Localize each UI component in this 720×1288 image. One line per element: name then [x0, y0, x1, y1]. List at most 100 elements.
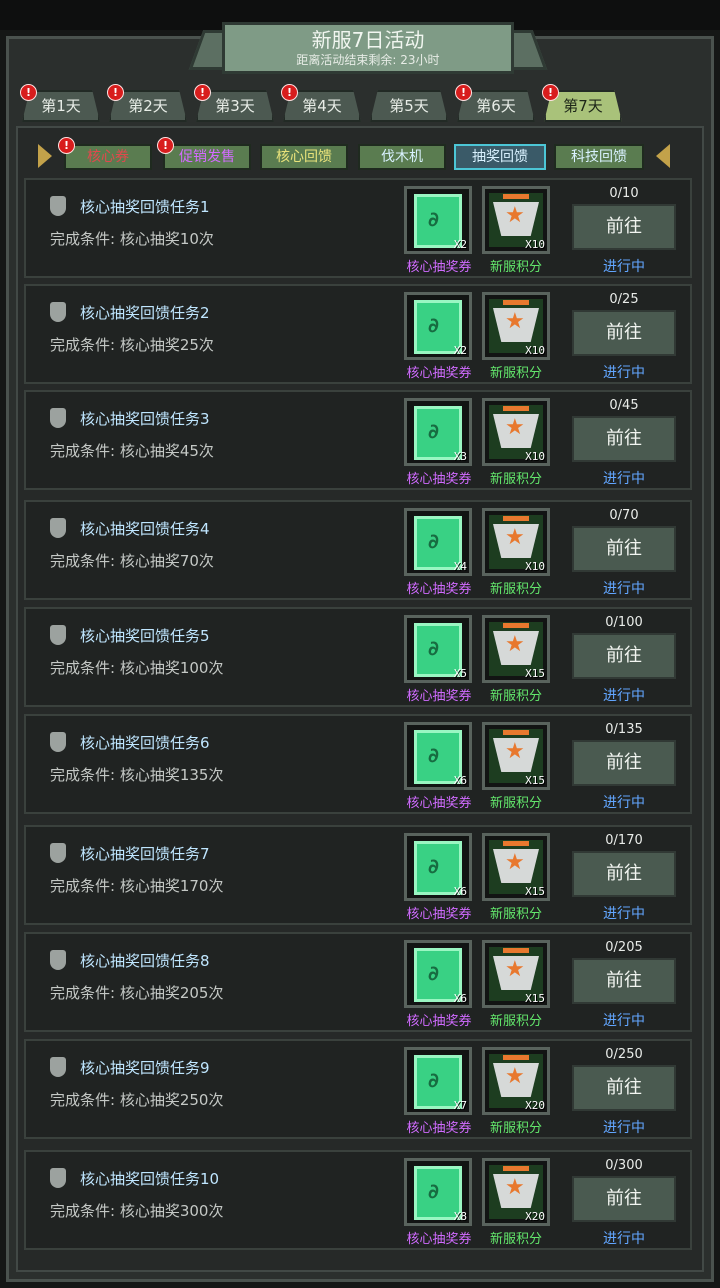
task-progress: 0/205 [605, 940, 643, 955]
server-points-icon[interactable]: ★ X10 [482, 186, 550, 254]
star-icon: ★ [505, 415, 525, 440]
shield-icon [50, 732, 66, 752]
go-button[interactable]: 前往 [572, 740, 676, 786]
points-label: 新服积分 [489, 1232, 542, 1247]
go-button[interactable]: 前往 [572, 851, 676, 897]
go-button[interactable]: 前往 [572, 526, 676, 572]
task-progress: 0/100 [605, 615, 643, 630]
task-name: 核心抽奖回馈任务4 [80, 520, 210, 538]
task-row: 核心抽奖回馈任务4 完成条件: 核心抽奖70次 ∂ X4 核心抽奖券 ★ X10 新服积分 0/… [24, 500, 692, 600]
task-condition: 完成条件: 核心抽奖135次 [50, 766, 224, 784]
points-bar [503, 516, 529, 521]
alert-badge: ! [58, 137, 75, 154]
category-promo-sale[interactable]: 促销发售 [163, 144, 251, 170]
shield-icon [50, 196, 66, 216]
task-progress: 0/25 [609, 292, 639, 307]
task-condition: 完成条件: 核心抽奖300次 [50, 1202, 224, 1220]
shield-icon [50, 1168, 66, 1188]
go-button[interactable]: 前往 [572, 204, 676, 250]
scroll-left-arrow-icon[interactable] [38, 144, 52, 168]
alert-badge: ! [107, 84, 124, 101]
points-quantity: X10 [525, 560, 545, 573]
event-title: 新服7日活动 [311, 28, 425, 52]
alert-badge: ! [194, 84, 211, 101]
server-points-icon[interactable]: ★ X20 [482, 1158, 550, 1226]
task-status: 进行中 [603, 1120, 645, 1136]
core-draw-ticket-icon[interactable]: ∂ X2 [404, 292, 472, 360]
core-draw-ticket-icon[interactable]: ∂ X6 [404, 722, 472, 790]
event-countdown: 距离活动结束剩余: 23小时 [296, 53, 440, 67]
server-points-icon[interactable]: ★ X20 [482, 1047, 550, 1115]
server-points-icon[interactable]: ★ X15 [482, 615, 550, 683]
points-quantity: X10 [525, 450, 545, 463]
star-icon: ★ [505, 739, 525, 764]
core-draw-ticket-icon[interactable]: ∂ X6 [404, 833, 472, 901]
points-quantity: X20 [525, 1210, 545, 1223]
task-condition: 完成条件: 核心抽奖250次 [50, 1091, 224, 1109]
server-points-icon[interactable]: ★ X15 [482, 940, 550, 1008]
points-bar [503, 406, 529, 411]
points-label: 新服积分 [489, 907, 542, 922]
core-draw-ticket-icon[interactable]: ∂ X7 [404, 1047, 472, 1115]
task-name: 核心抽奖回馈任务6 [80, 734, 210, 752]
ticket-quantity: X7 [453, 1099, 467, 1112]
ticket-quantity: X8 [453, 1210, 467, 1223]
ticket-glyph: ∂ [428, 1068, 439, 1092]
points-bar [503, 948, 529, 953]
task-progress: 0/70 [609, 508, 639, 523]
task-name: 核心抽奖回馈任务9 [80, 1059, 210, 1077]
points-quantity: X20 [525, 1099, 545, 1112]
ticket-label: 核心抽奖券 [406, 1014, 472, 1029]
server-points-icon[interactable]: ★ X15 [482, 833, 550, 901]
task-row: 核心抽奖回馈任务7 完成条件: 核心抽奖170次 ∂ X6 核心抽奖券 ★ X15 新服积分 0… [24, 825, 692, 925]
core-draw-ticket-icon[interactable]: ∂ X5 [404, 615, 472, 683]
shield-icon [50, 950, 66, 970]
go-button[interactable]: 前往 [572, 1176, 676, 1222]
task-name: 核心抽奖回馈任务10 [80, 1170, 220, 1188]
category-draw-feedback[interactable]: 抽奖回馈 [454, 144, 546, 170]
points-bar [503, 300, 529, 305]
core-draw-ticket-icon[interactable]: ∂ X3 [404, 398, 472, 466]
task-status: 进行中 [603, 1013, 645, 1029]
category-logging-machine[interactable]: 伐木机 [358, 144, 446, 170]
ticket-glyph: ∂ [428, 419, 439, 443]
category-tech-feedback[interactable]: 科技回馈 [554, 144, 644, 170]
shield-icon [50, 408, 66, 428]
go-button[interactable]: 前往 [572, 1065, 676, 1111]
star-icon: ★ [505, 1064, 525, 1089]
shield-icon [50, 302, 66, 322]
server-points-icon[interactable]: ★ X15 [482, 722, 550, 790]
task-condition: 完成条件: 核心抽奖100次 [50, 659, 224, 677]
ticket-label: 核心抽奖券 [406, 1121, 472, 1136]
core-draw-ticket-icon[interactable]: ∂ X2 [404, 186, 472, 254]
points-bar [503, 1055, 529, 1060]
scroll-right-arrow-icon[interactable] [656, 144, 670, 168]
task-condition: 完成条件: 核心抽奖10次 [50, 230, 214, 248]
points-bar [503, 1166, 529, 1171]
points-quantity: X15 [525, 885, 545, 898]
core-draw-ticket-icon[interactable]: ∂ X4 [404, 508, 472, 576]
go-button[interactable]: 前往 [572, 310, 676, 356]
category-core-feedback[interactable]: 核心回馈 [260, 144, 348, 170]
go-button[interactable]: 前往 [572, 958, 676, 1004]
tab-day-5[interactable]: 第5天 [370, 90, 448, 122]
task-status: 进行中 [603, 365, 645, 381]
ticket-label: 核心抽奖券 [406, 472, 472, 487]
core-draw-ticket-icon[interactable]: ∂ X6 [404, 940, 472, 1008]
category-core-ticket[interactable]: 核心券 [64, 144, 152, 170]
server-points-icon[interactable]: ★ X10 [482, 508, 550, 576]
ticket-glyph: ∂ [428, 636, 439, 660]
core-draw-ticket-icon[interactable]: ∂ X8 [404, 1158, 472, 1226]
server-points-icon[interactable]: ★ X10 [482, 398, 550, 466]
task-condition: 完成条件: 核心抽奖70次 [50, 552, 214, 570]
task-name: 核心抽奖回馈任务8 [80, 952, 210, 970]
task-row: 核心抽奖回馈任务6 完成条件: 核心抽奖135次 ∂ X6 核心抽奖券 ★ X15 新服积分 0… [24, 714, 692, 814]
ticket-glyph: ∂ [428, 313, 439, 337]
server-points-icon[interactable]: ★ X10 [482, 292, 550, 360]
points-quantity: X15 [525, 667, 545, 680]
ticket-quantity: X6 [453, 992, 467, 1005]
alert-badge: ! [157, 137, 174, 154]
ticket-quantity: X6 [453, 885, 467, 898]
go-button[interactable]: 前往 [572, 416, 676, 462]
go-button[interactable]: 前往 [572, 633, 676, 679]
